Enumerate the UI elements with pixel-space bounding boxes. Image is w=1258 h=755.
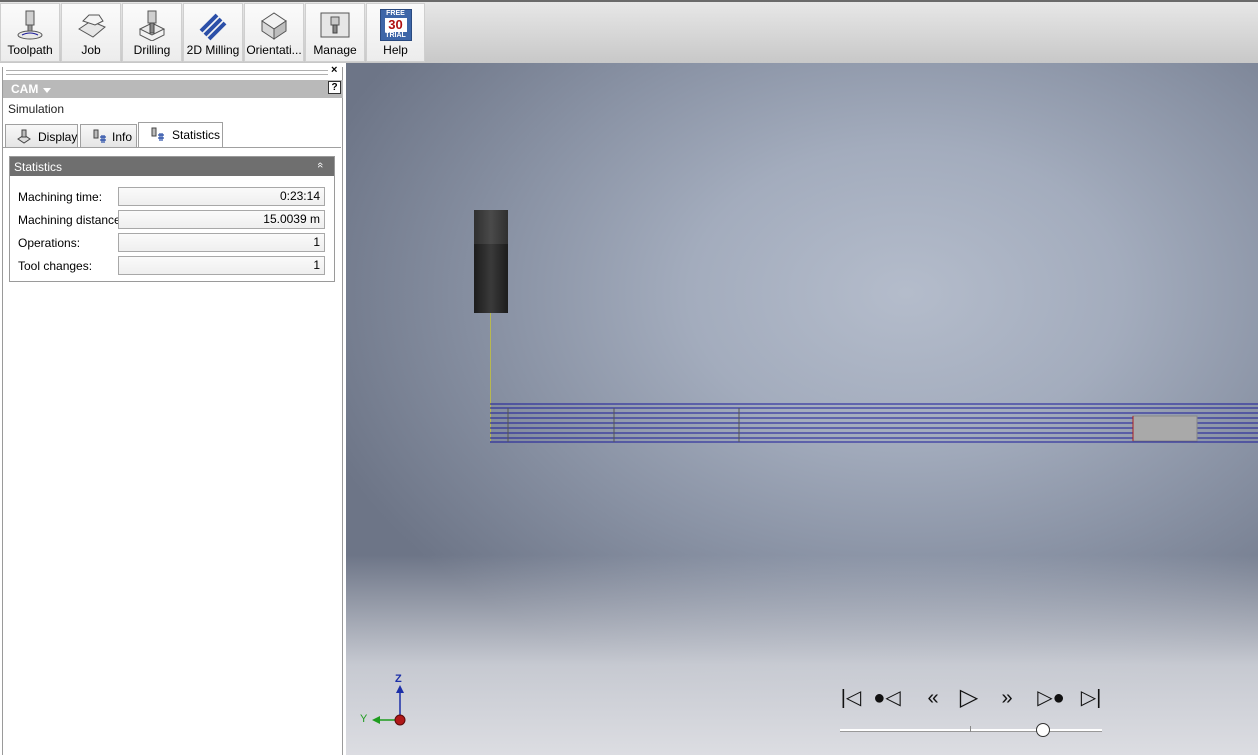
- simulation-viewport[interactable]: Z Y |◁ ●◁ « ▷ » ▷● ▷|: [346, 63, 1258, 755]
- drilling-label: Drilling: [133, 43, 171, 57]
- orientation-label: Orientati...: [246, 43, 302, 57]
- timeline-tick: [970, 726, 971, 732]
- tab-divider: [3, 147, 341, 148]
- toolpath-lines: [490, 403, 1258, 443]
- axis-triad: Z Y: [356, 673, 416, 735]
- collapse-icon[interactable]: «: [314, 162, 326, 168]
- tool-changes-value: 1: [118, 256, 325, 275]
- statistics-icon: [151, 127, 164, 141]
- machining-time-label: Machining time:: [18, 190, 103, 204]
- axis-icon: [372, 685, 406, 726]
- panel-close-button[interactable]: ×: [331, 64, 337, 76]
- 2d-milling-icon: [199, 13, 227, 41]
- timeline-slider-thumb[interactable]: [1035, 723, 1050, 737]
- next-operation-button[interactable]: ▷●: [1036, 684, 1066, 712]
- play-button[interactable]: ▷: [954, 684, 984, 712]
- toolpath-button[interactable]: Toolpath: [0, 3, 60, 62]
- tab-info-label: Info: [112, 130, 133, 144]
- machining-distance-label: Machining distance:: [18, 213, 125, 227]
- tab-display[interactable]: Display: [5, 124, 78, 148]
- help-label: Help: [383, 43, 408, 57]
- timeline-slider[interactable]: [840, 729, 1102, 731]
- machining-time-value: 0:23:14: [118, 187, 325, 206]
- first-frame-button[interactable]: |◁: [836, 684, 866, 712]
- trial-badge-bottom: TRIAL: [385, 32, 406, 39]
- statistics-group-header[interactable]: Statistics «: [10, 157, 334, 176]
- last-frame-button[interactable]: ▷|: [1076, 684, 1106, 712]
- toolpath-icon: [17, 10, 43, 40]
- cam-panel: × CAM ? Simulation Display Info Statisti…: [0, 63, 346, 755]
- panel-subtitle: Simulation: [8, 102, 65, 116]
- simulation-player: |◁ ●◁ « ▷ » ▷● ▷|: [836, 676, 1106, 746]
- statistics-group: Statistics « Machining time: 0:23:14 Mac…: [9, 156, 335, 282]
- display-icon: [17, 129, 31, 144]
- chevron-down-icon[interactable]: [43, 88, 51, 93]
- manage-button[interactable]: Manage: [305, 3, 365, 62]
- tool-changes-label: Tool changes:: [18, 259, 93, 273]
- job-button[interactable]: Job: [61, 3, 121, 62]
- manage-icon: [320, 12, 350, 38]
- machining-distance-value: 15.0039 m: [118, 210, 325, 229]
- 2d-milling-label: 2D Milling: [186, 43, 240, 57]
- operations-value: 1: [118, 233, 325, 252]
- ribbon: Toolpath Job Drilling 2D Milling Orienta…: [0, 0, 1258, 64]
- cam-header: CAM ?: [3, 80, 343, 98]
- previous-operation-button[interactable]: ●◁: [872, 684, 902, 712]
- tab-display-label: Display: [38, 130, 78, 144]
- trial-badge-days: 30: [384, 18, 407, 32]
- help-icon[interactable]: ?: [328, 81, 341, 94]
- panel-grip[interactable]: [6, 70, 328, 75]
- 2d-milling-button[interactable]: 2D Milling: [183, 3, 243, 62]
- manage-label: Manage: [313, 43, 357, 57]
- help-button[interactable]: FREE 30 TRIAL Help: [366, 3, 425, 62]
- axis-y-label: Y: [360, 713, 368, 725]
- info-icon: [93, 129, 106, 143]
- tab-info[interactable]: Info: [80, 124, 137, 148]
- tab-statistics[interactable]: Statistics: [138, 122, 223, 147]
- job-label: Job: [81, 43, 101, 57]
- statistics-group-title: Statistics: [14, 160, 63, 174]
- operations-label: Operations:: [18, 236, 81, 250]
- fast-forward-button[interactable]: »: [992, 684, 1022, 712]
- free-trial-icon: FREE 30 TRIAL: [379, 9, 412, 41]
- drilling-icon: [138, 10, 166, 41]
- rewind-button[interactable]: «: [918, 684, 948, 712]
- orientation-button[interactable]: Orientati...: [244, 3, 304, 62]
- tab-statistics-label: Statistics: [172, 128, 221, 142]
- cam-title[interactable]: CAM: [11, 82, 38, 96]
- toolpath-label: Toolpath: [7, 43, 53, 57]
- drilling-button[interactable]: Drilling: [122, 3, 182, 62]
- orientation-icon: [261, 12, 287, 40]
- axis-z-label: Z: [395, 673, 402, 685]
- job-icon: [78, 14, 106, 38]
- tool-holder: [474, 210, 508, 244]
- ribbon-top-border: [0, 0, 1258, 2]
